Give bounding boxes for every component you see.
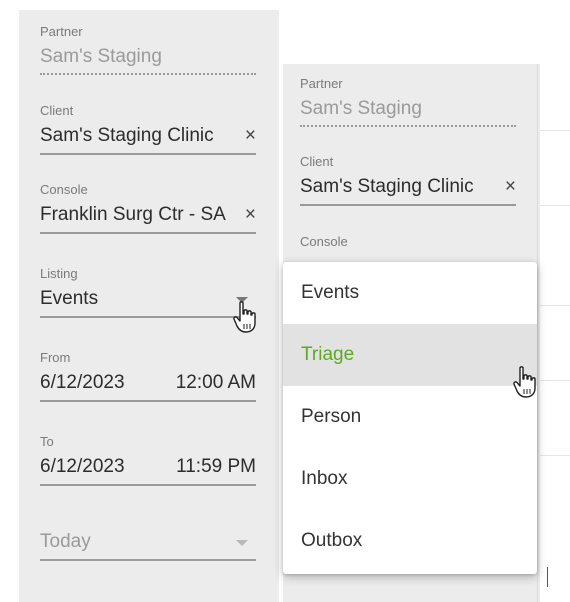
partner-field: Partner Sam's Staging xyxy=(300,76,516,127)
listing-value[interactable]: Events xyxy=(40,287,256,311)
to-field[interactable]: To 6/12/2023 11:59 PM xyxy=(40,434,256,486)
hand-pointer-icon xyxy=(513,366,536,398)
to-input[interactable]: 6/12/2023 11:59 PM xyxy=(40,455,256,479)
console-label: Console xyxy=(300,234,348,249)
table-rule xyxy=(537,305,570,306)
client-value: Sam's Staging Clinic xyxy=(40,125,214,146)
date-range-underline xyxy=(40,559,256,561)
client-input[interactable]: Sam's Staging Clinic × xyxy=(300,175,516,199)
date-range-select[interactable]: Today xyxy=(40,525,256,561)
console-label: Console xyxy=(40,182,88,197)
client-underline xyxy=(300,204,516,206)
to-underline xyxy=(40,484,256,486)
panel-edge xyxy=(537,64,538,602)
client-field[interactable]: Client Sam's Staging Clinic × xyxy=(300,154,516,206)
hand-pointer-icon xyxy=(233,301,256,333)
dropdown-arrow-icon[interactable] xyxy=(236,540,248,546)
partner-label: Partner xyxy=(40,24,83,39)
table-rule xyxy=(537,205,570,206)
client-label: Client xyxy=(300,154,334,169)
date-range-value[interactable]: Today xyxy=(40,530,256,554)
listing-dropdown-menu: Events Triage Person Inbox Outbox xyxy=(283,262,537,574)
client-value: Sam's Staging Clinic xyxy=(300,176,474,197)
client-clear-icon[interactable]: × xyxy=(500,175,516,199)
text-caret xyxy=(547,567,548,587)
client-field[interactable]: Client Sam's Staging Clinic × xyxy=(40,103,256,155)
console-field[interactable]: Console xyxy=(300,234,516,250)
console-clear-icon[interactable]: × xyxy=(240,203,256,227)
from-label: From xyxy=(40,350,71,365)
from-time: 12:00 AM xyxy=(175,372,256,393)
from-underline xyxy=(40,400,256,402)
console-underline xyxy=(40,232,256,234)
partner-value: Sam's Staging xyxy=(300,98,422,119)
menu-item-outbox[interactable]: Outbox xyxy=(283,510,537,572)
to-date: 6/12/2023 xyxy=(40,456,125,477)
to-time: 11:59 PM xyxy=(176,456,256,477)
listing-value-text: Events xyxy=(40,288,99,309)
menu-item-inbox[interactable]: Inbox xyxy=(283,448,537,510)
to-label: To xyxy=(40,434,54,449)
table-rule xyxy=(537,130,570,131)
console-value: Franklin Surg Ctr - SA xyxy=(40,204,226,225)
client-input[interactable]: Sam's Staging Clinic × xyxy=(40,124,256,148)
menu-item-person[interactable]: Person xyxy=(283,386,537,448)
listing-label: Listing xyxy=(40,266,78,281)
partner-underline xyxy=(300,125,516,127)
table-rule xyxy=(537,380,570,381)
from-input[interactable]: 6/12/2023 12:00 AM xyxy=(40,371,256,395)
console-input[interactable]: Franklin Surg Ctr - SA × xyxy=(40,203,256,227)
listing-underline xyxy=(40,316,256,318)
client-label: Client xyxy=(40,103,74,118)
partner-label: Partner xyxy=(300,76,343,91)
table-rule xyxy=(537,455,570,456)
menu-item-triage[interactable]: Triage xyxy=(283,324,537,386)
console-field[interactable]: Console Franklin Surg Ctr - SA × xyxy=(40,182,256,234)
partner-field: Partner Sam's Staging xyxy=(40,24,256,75)
from-date: 6/12/2023 xyxy=(40,372,125,393)
client-underline xyxy=(40,153,256,155)
client-clear-icon[interactable]: × xyxy=(240,124,256,148)
menu-item-events[interactable]: Events xyxy=(283,262,537,324)
date-range-text: Today xyxy=(40,531,91,552)
partner-underline xyxy=(40,73,256,75)
listing-select[interactable]: Listing Events xyxy=(40,266,256,318)
from-field[interactable]: From 6/12/2023 12:00 AM xyxy=(40,350,256,402)
partner-value: Sam's Staging xyxy=(40,46,162,67)
